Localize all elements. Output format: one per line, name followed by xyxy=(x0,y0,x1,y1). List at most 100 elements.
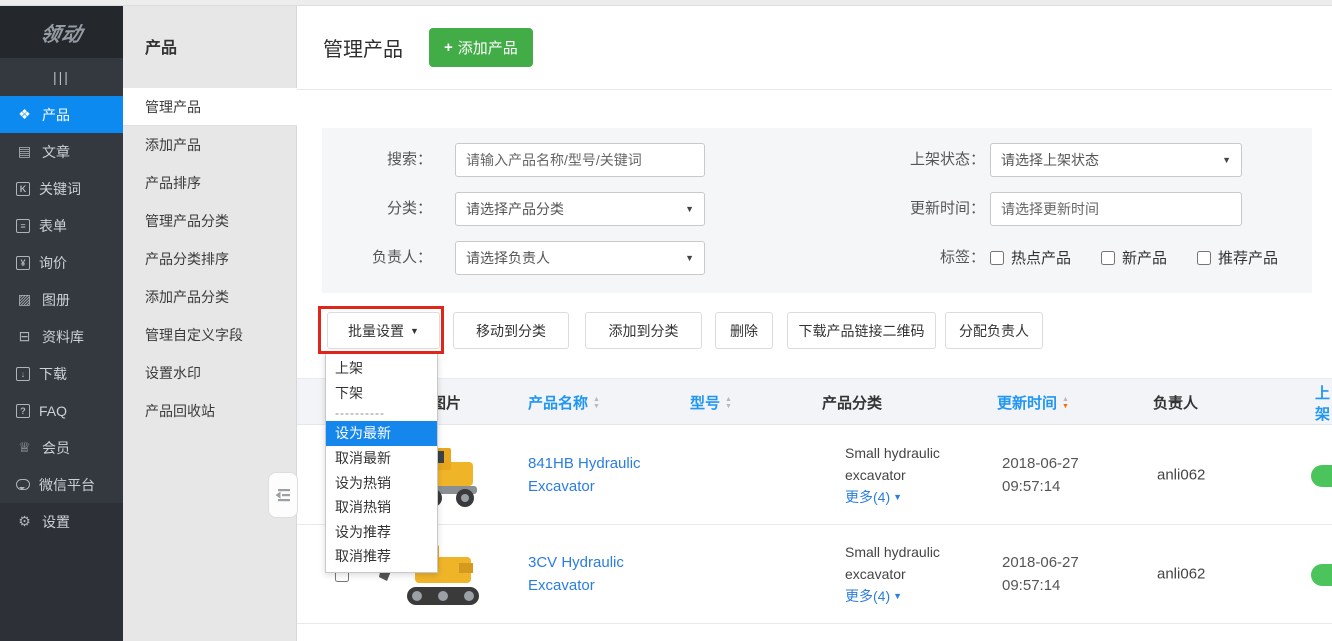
submenu-item-manage-products[interactable]: 管理产品 xyxy=(123,88,298,126)
table-header: 产品图片 产品名称 ▲ ▼ 型号 ▲ ▼ 产品分类 更新时间 ▲ xyxy=(297,378,1332,425)
more-categories-link[interactable]: 更多(4) ▼ xyxy=(845,585,902,607)
download-icon: ↓ xyxy=(16,367,30,381)
status-select[interactable]: 请选择上架状态 ▼ xyxy=(990,143,1242,177)
submenu-item-custom-fields[interactable]: 管理自定义字段 xyxy=(123,316,296,354)
menu-item-set-latest[interactable]: 设为最新 xyxy=(326,421,437,446)
more-categories-link[interactable]: 更多(4) ▼ xyxy=(845,486,902,508)
chevron-down-icon: ▼ xyxy=(893,486,902,508)
product-name-link[interactable]: 841HB Hydraulic Excavator xyxy=(528,452,678,498)
sidebar-item-inquiries[interactable]: ¥ 询价 xyxy=(0,244,123,281)
submenu-item-add-category[interactable]: 添加产品分类 xyxy=(123,278,296,316)
column-status[interactable]: 上架 xyxy=(1315,379,1332,426)
column-model[interactable]: 型号 ▲ ▼ xyxy=(690,379,732,426)
menu-item-set-hot[interactable]: 设为热销 xyxy=(326,470,437,495)
sidebar-item-albums[interactable]: ▨ 图册 xyxy=(0,281,123,318)
column-category: 产品分类 xyxy=(822,379,882,426)
page-title: 管理产品 xyxy=(323,33,403,62)
sort-arrows-icon: ▲ ▼ xyxy=(593,396,600,410)
chevron-down-icon: ▼ xyxy=(1222,144,1231,176)
submenu-item-add-product[interactable]: 添加产品 xyxy=(123,126,296,164)
move-to-category-button[interactable]: 移动到分类 xyxy=(453,312,569,349)
menu-item-put-on-shelf[interactable]: 上架 xyxy=(326,356,437,381)
submenu-item-manage-categories[interactable]: 管理产品分类 xyxy=(123,202,296,240)
menu-divider: ---------- xyxy=(326,405,437,421)
add-to-category-button[interactable]: 添加到分类 xyxy=(585,312,702,349)
owner-cell: anli062 xyxy=(1157,467,1205,484)
submenu-title: 产品 xyxy=(123,6,296,88)
sidebar-item-downloads[interactable]: ↓ 下载 xyxy=(0,355,123,392)
add-product-button[interactable]: + 添加产品 xyxy=(429,28,533,67)
menu-item-take-off-shelf[interactable]: 下架 xyxy=(326,381,437,406)
category-select[interactable]: 请选择产品分类 ▼ xyxy=(455,192,705,226)
updated-date: 2018-06-27 xyxy=(1002,551,1079,574)
recommended-products-checkbox[interactable] xyxy=(1197,251,1211,265)
sidebar: 领动 ||| ❖ 产品 ▤ 文章 K 关键词 ≡ 表单 ¥ 询价 ▨ 图册 xyxy=(0,6,123,641)
tag-label: 推荐产品 xyxy=(1218,247,1278,268)
sidebar-item-articles[interactable]: ▤ 文章 xyxy=(0,133,123,170)
gear-icon: ⚙ xyxy=(16,513,33,530)
product-category-cell: Small hydraulic excavator 更多(4) ▼ xyxy=(845,541,985,607)
product-name-link[interactable]: 3CV Hydraulic Excavator xyxy=(528,551,678,597)
sort-up-icon: ▲ xyxy=(593,396,600,403)
search-input[interactable] xyxy=(455,143,705,177)
sidebar-collapse-toggle[interactable]: ||| xyxy=(0,58,123,96)
sidebar-item-wechat[interactable]: 微信平台 xyxy=(0,466,123,503)
sidebar-item-faq[interactable]: ? FAQ xyxy=(0,392,123,429)
sidebar-item-label: 图册 xyxy=(42,290,70,310)
status-toggle-on[interactable] xyxy=(1311,465,1332,487)
brand-logo: 领动 xyxy=(37,18,85,47)
main-content: 管理产品 + 添加产品 搜索： 分类： 请选择产品分类 ▼ 负责人： 请选择负责… xyxy=(297,6,1332,641)
table-row: 841HB Hydraulic Excavator Small hydrauli… xyxy=(297,426,1332,525)
logo-box[interactable]: 领动 xyxy=(0,6,123,58)
product-category-cell: Small hydraulic excavator 更多(4) ▼ xyxy=(845,442,985,508)
download-qrcode-button[interactable]: 下载产品链接二维码 xyxy=(787,312,936,349)
menu-item-cancel-latest[interactable]: 取消最新 xyxy=(326,446,437,471)
sidebar-item-settings[interactable]: ⚙ 设置 xyxy=(0,503,123,540)
batch-settings-label: 批量设置 xyxy=(348,321,404,341)
owner-select[interactable]: 请选择负责人 ▼ xyxy=(455,241,705,275)
status-toggle-on[interactable] xyxy=(1311,564,1332,586)
sidebar-item-label: 会员 xyxy=(42,438,70,458)
batch-settings-dropdown: 上架 下架 ---------- 设为最新 取消最新 设为热销 取消热销 设为推… xyxy=(325,352,438,573)
sort-down-icon: ▼ xyxy=(725,403,732,410)
sidebar-item-library[interactable]: ⊟ 资料库 xyxy=(0,318,123,355)
submenu-collapse-button[interactable] xyxy=(268,472,298,518)
column-updated-time[interactable]: 更新时间 ▲ ▼ xyxy=(997,379,1069,426)
hot-products-checkbox[interactable] xyxy=(990,251,1004,265)
sidebar-item-keywords[interactable]: K 关键词 xyxy=(0,170,123,207)
column-product-name[interactable]: 产品名称 ▲ ▼ xyxy=(528,379,600,426)
delete-button[interactable]: 删除 xyxy=(715,312,773,349)
sort-down-active-icon: ▼ xyxy=(1062,403,1069,410)
update-time-input[interactable] xyxy=(990,192,1242,226)
category-label: 分类： xyxy=(332,192,432,226)
submenu-item-watermark[interactable]: 设置水印 xyxy=(123,354,296,392)
assign-owner-button[interactable]: 分配负责人 xyxy=(945,312,1043,349)
sidebar-item-label: 下载 xyxy=(39,364,67,384)
status-label: 上架状态： xyxy=(865,143,985,177)
sidebar-item-members[interactable]: ♕ 会员 xyxy=(0,429,123,466)
category-text: Small hydraulic excavator xyxy=(845,541,985,585)
submenu-item-recycle-bin[interactable]: 产品回收站 xyxy=(123,392,296,430)
tag-label: 新产品 xyxy=(1122,247,1167,268)
sidebar-item-label: 产品 xyxy=(42,105,70,125)
sidebar-item-products[interactable]: ❖ 产品 xyxy=(0,96,123,133)
submenu-item-category-sort[interactable]: 产品分类排序 xyxy=(123,240,296,278)
menu-item-cancel-hot[interactable]: 取消热销 xyxy=(326,495,437,520)
updated-clock: 09:57:14 xyxy=(1002,574,1079,597)
menu-item-set-recommended[interactable]: 设为推荐 xyxy=(326,520,437,545)
more-label: 更多(4) xyxy=(845,585,890,607)
chevron-down-icon: ▼ xyxy=(685,193,694,225)
submenu-item-product-sort[interactable]: 产品排序 xyxy=(123,164,296,202)
menu-item-cancel-recommended[interactable]: 取消推荐 xyxy=(326,544,437,569)
keyword-k-icon: K xyxy=(16,182,30,196)
owner-label: 负责人： xyxy=(332,241,432,275)
sidebar-item-label: 关键词 xyxy=(39,179,81,199)
sidebar-item-forms[interactable]: ≡ 表单 xyxy=(0,207,123,244)
chevron-down-icon: ▼ xyxy=(893,585,902,607)
status-select-value: 请选择上架状态 xyxy=(1001,152,1099,168)
search-label: 搜索： xyxy=(332,143,432,177)
filter-panel: 搜索： 分类： 请选择产品分类 ▼ 负责人： 请选择负责人 ▼ 上架状态： 请选… xyxy=(322,128,1312,293)
batch-settings-button[interactable]: 批量设置 ▼ xyxy=(327,312,440,349)
new-products-checkbox[interactable] xyxy=(1101,251,1115,265)
column-label: 型号 xyxy=(690,392,720,413)
